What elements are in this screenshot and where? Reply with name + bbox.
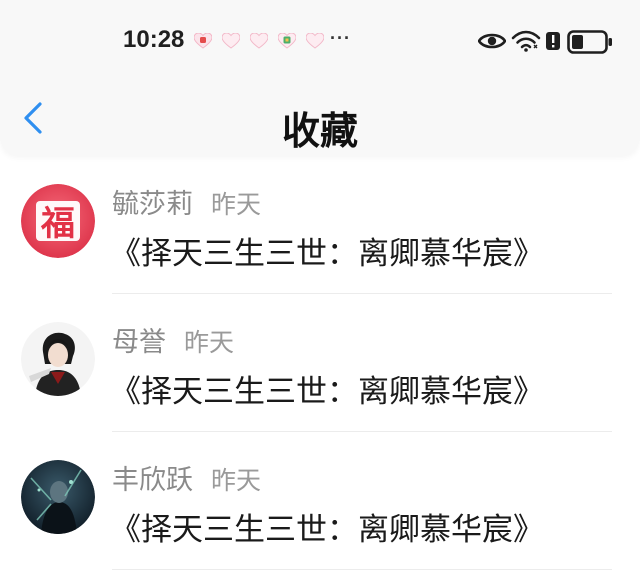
heart-icon [306, 33, 324, 49]
app-header: 10:28 ··· 收藏 [0, 0, 640, 155]
wifi-icon [511, 30, 541, 52]
favorite-content: 《择天三生三世：离卿慕华宸》 [110, 512, 544, 548]
status-bar: 10:28 ··· [0, 0, 640, 82]
favorite-content: 《择天三生三世：离卿慕华宸》 [110, 374, 544, 410]
avatar[interactable] [21, 460, 95, 534]
avatar-character: 福 [40, 204, 75, 244]
notification-app-icon [278, 33, 296, 49]
list-item[interactable]: 丰欣跃 昨天 《择天三生三世：离卿慕华宸》 [0, 446, 640, 584]
favorite-content: 《择天三生三世：离卿慕华宸》 [110, 236, 544, 272]
notification-app-icon [194, 33, 212, 49]
list-item[interactable]: 母誉 昨天 《择天三生三世：离卿慕华宸》 [0, 308, 640, 446]
heart-icon [222, 33, 240, 49]
divider [112, 431, 612, 432]
sender-name: 母誉 昨天 [112, 320, 234, 359]
timestamp: 昨天 [211, 466, 262, 495]
navigation-bar: 收藏 [0, 82, 640, 155]
alert-icon [546, 32, 560, 50]
timestamp: 昨天 [184, 328, 235, 357]
list-item[interactable]: 福 毓莎莉 昨天 《择天三生三世：离卿慕华宸》 [0, 170, 640, 308]
avatar[interactable]: 福 [21, 184, 95, 258]
sender-name: 丰欣跃 昨天 [112, 458, 261, 497]
sender-name-text: 毓莎莉 [112, 189, 193, 220]
status-time: 10:28 [123, 26, 185, 53]
sender-name: 毓莎莉 昨天 [112, 182, 261, 221]
heart-icon [250, 33, 268, 49]
more-notifications-indicator: ··· [330, 28, 351, 48]
divider [112, 293, 612, 294]
timestamp: 昨天 [211, 190, 262, 219]
sender-name-text: 母誉 [112, 327, 166, 358]
page-title: 收藏 [281, 109, 358, 153]
avatar[interactable] [21, 322, 95, 396]
eye-icon [478, 33, 506, 49]
sender-name-text: 丰欣跃 [112, 465, 193, 496]
divider [112, 569, 612, 570]
battery-icon [567, 30, 612, 54]
